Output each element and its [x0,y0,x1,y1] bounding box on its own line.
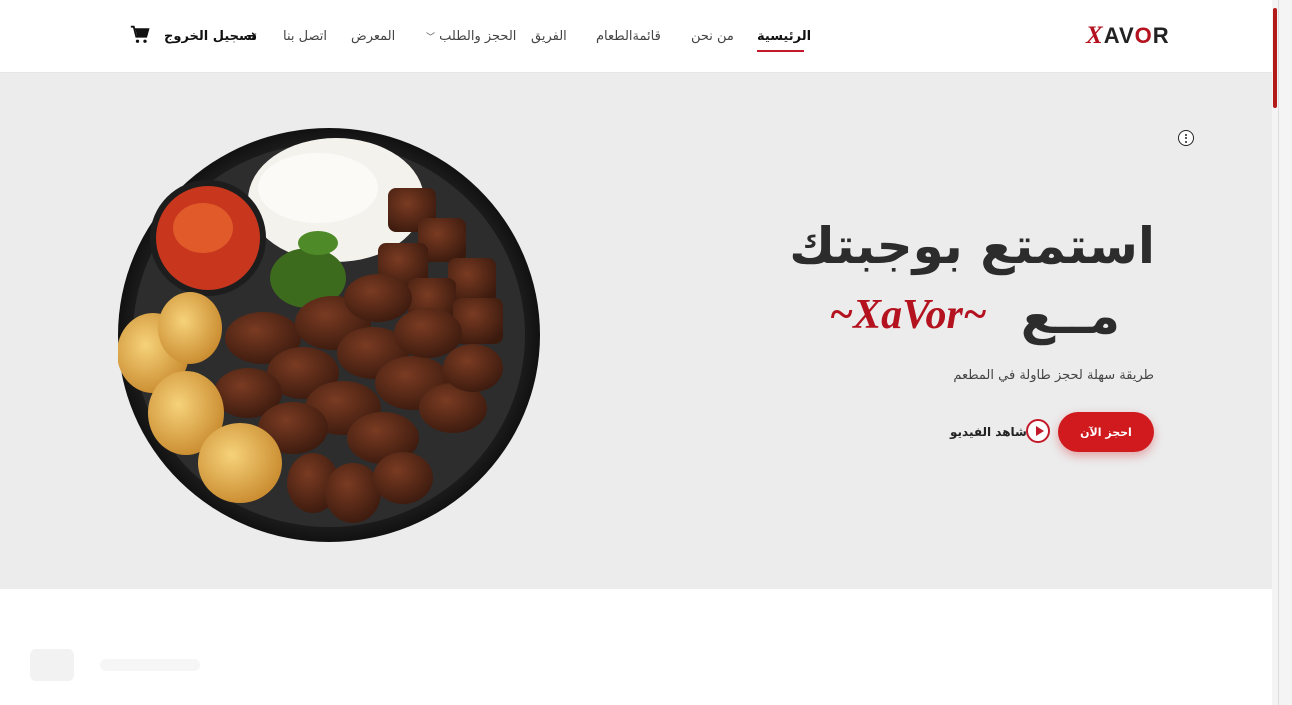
nav-about[interactable]: من نحن [691,29,734,44]
nav-contact[interactable]: اتصل بنا [283,29,327,44]
hero-headline-line2: مــع [1020,287,1120,345]
watch-video-link[interactable]: شاهد الفيديو [950,425,1027,439]
scrollbar-thumb[interactable] [1273,8,1277,108]
nav-booking-dropdown[interactable]: الحجز والطلب ﹀ [426,29,516,44]
cart-icon[interactable] [130,25,150,45]
nav-active-indicator [757,50,804,52]
hero-subtitle: طريقة سهلة لحجز طاولة في المطعم [953,368,1154,383]
logout-link[interactable]: تسجيل الخروج [164,29,257,44]
brand-script-logo: ~XaVor~ [829,292,987,338]
site-header: XAVOR الرئيسية من نحن قائمةالطعام الفريق… [0,0,1272,73]
food-plate-image [118,128,540,542]
site-logo[interactable]: XAVOR [1086,22,1170,50]
nav-home[interactable]: الرئيسية [757,29,811,44]
hero-headline-line1: استمتع بوجبتك [789,217,1155,275]
nav-menu[interactable]: قائمةالطعام [596,29,661,44]
book-now-button[interactable]: احجز الآن [1058,412,1154,452]
brand-script-text: ~XaVor~ [829,292,987,338]
play-icon[interactable] [1026,419,1050,443]
logout-icon[interactable]: ➜ [246,29,257,44]
nav-booking-label: الحجز والطلب [439,29,517,44]
nav-gallery[interactable]: المعرض [351,29,395,44]
watermark-logo [30,649,200,681]
scrollbar-rail [1278,0,1279,705]
chevron-down-icon: ﹀ [426,33,436,43]
more-options-icon[interactable] [1178,130,1194,146]
nav-team[interactable]: الفريق [531,29,567,44]
